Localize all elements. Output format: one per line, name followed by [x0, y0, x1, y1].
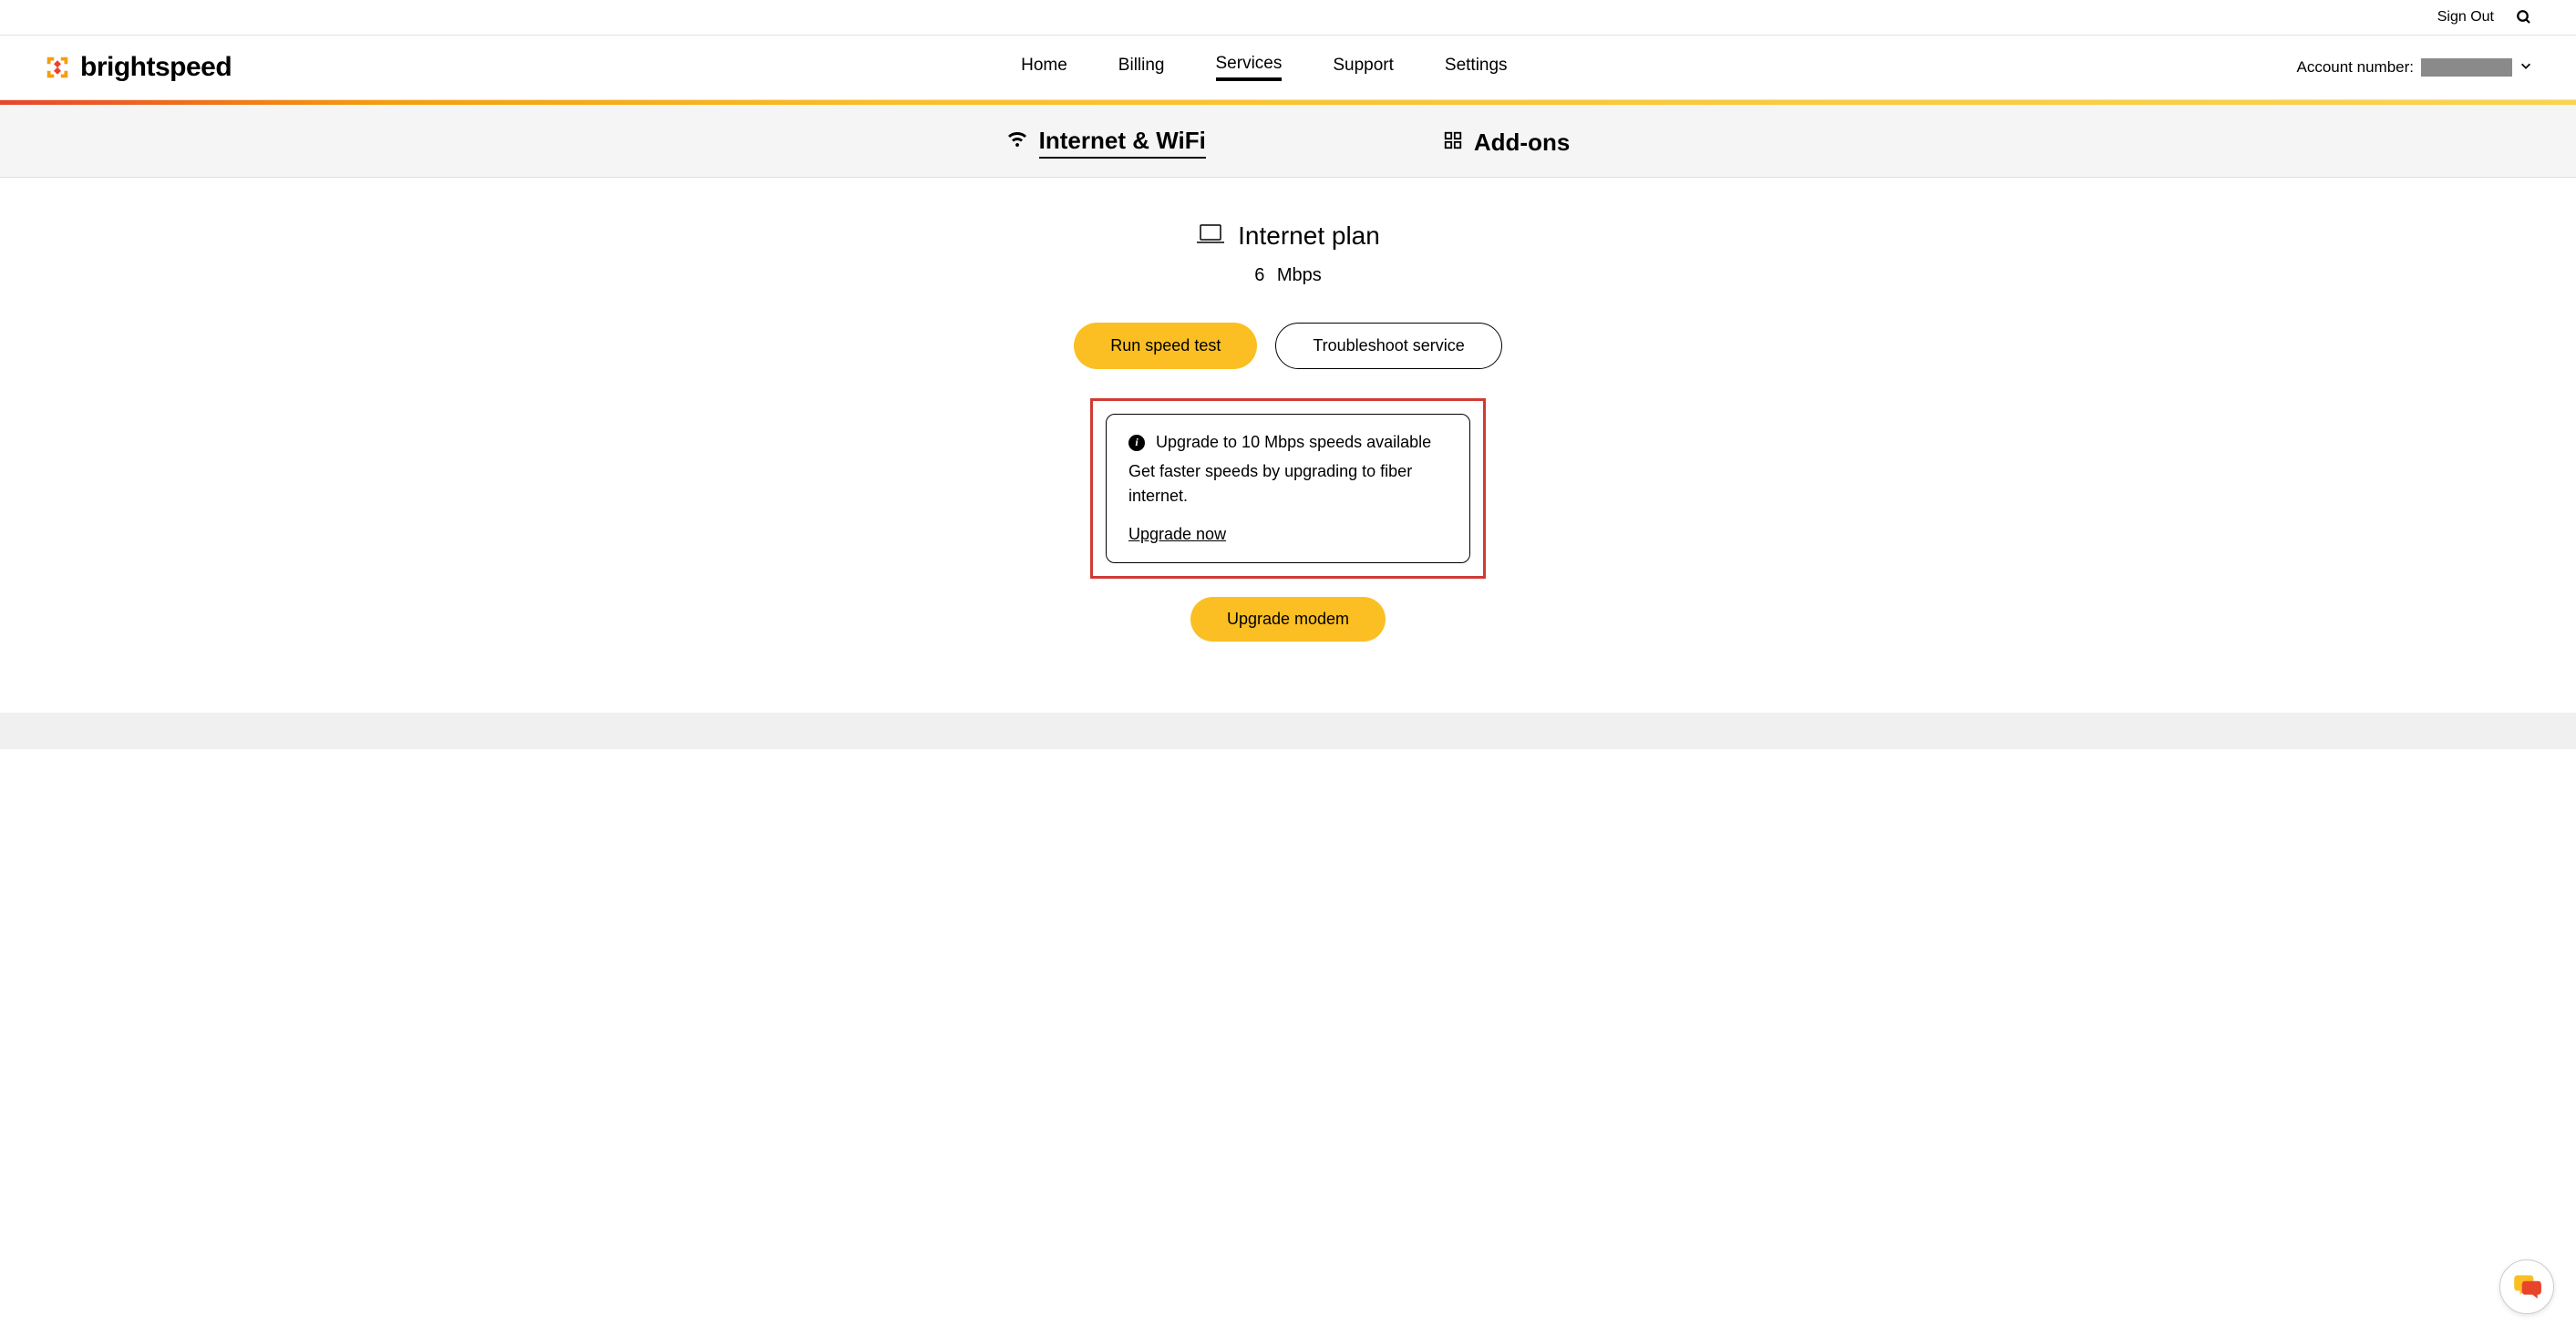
logo[interactable]: brightspeed — [44, 52, 232, 83]
sign-out-link[interactable]: Sign Out — [2437, 9, 2494, 26]
account-label: Account number: — [2296, 58, 2414, 77]
content-area: Internet plan 6 Mbps Run speed test Trou… — [0, 178, 2576, 685]
nav-home[interactable]: Home — [1021, 56, 1067, 79]
plan-title: Internet plan — [1238, 221, 1380, 251]
nav-services[interactable]: Services — [1216, 54, 1283, 81]
main-nav: Home Billing Services Support Settings — [1021, 54, 1507, 81]
speed-value: 6 — [1254, 265, 1264, 285]
services-tabs: Internet & WiFi Add-ons — [0, 105, 2576, 178]
nav-billing[interactable]: Billing — [1118, 56, 1165, 79]
plan-header: Internet plan — [0, 221, 2576, 251]
upgrade-modem-button[interactable]: Upgrade modem — [1190, 597, 1386, 642]
top-bar: Sign Out — [0, 0, 2576, 36]
info-icon: i — [1128, 435, 1145, 451]
account-number-redacted — [2421, 58, 2512, 77]
grid-icon — [1443, 128, 1463, 157]
tab-internet-wifi-label: Internet & WiFi — [1039, 127, 1206, 159]
upgrade-now-link[interactable]: Upgrade now — [1128, 525, 1226, 543]
footer-bar — [0, 713, 2576, 749]
troubleshoot-button[interactable]: Troubleshoot service — [1275, 323, 1501, 369]
nav-settings[interactable]: Settings — [1445, 56, 1508, 79]
account-dropdown[interactable]: Account number: — [2296, 58, 2532, 77]
brand-name: brightspeed — [80, 52, 232, 83]
wifi-icon — [1006, 128, 1028, 157]
chevron-down-icon — [2519, 58, 2532, 77]
search-icon[interactable] — [2516, 9, 2532, 26]
logo-icon — [44, 54, 71, 81]
tab-internet-wifi[interactable]: Internet & WiFi — [1006, 127, 1206, 159]
tab-addons[interactable]: Add-ons — [1443, 128, 1570, 157]
action-buttons: Run speed test Troubleshoot service — [0, 323, 2576, 369]
highlight-annotation: i Upgrade to 10 Mbps speeds available Ge… — [1090, 398, 1486, 579]
upgrade-title: Upgrade to 10 Mbps speeds available — [1156, 433, 1431, 452]
nav-support[interactable]: Support — [1333, 56, 1394, 79]
plan-speed: 6 Mbps — [0, 265, 2576, 286]
chat-icon — [2511, 1269, 2542, 1305]
upgrade-description: Get faster speeds by upgrading to fiber … — [1128, 459, 1448, 509]
speed-unit: Mbps — [1277, 265, 1322, 285]
tab-addons-label: Add-ons — [1474, 128, 1570, 157]
laptop-icon — [1196, 223, 1225, 250]
upgrade-card: i Upgrade to 10 Mbps speeds available Ge… — [1106, 414, 1470, 563]
main-header: brightspeed Home Billing Services Suppor… — [0, 36, 2576, 100]
speed-test-button[interactable]: Run speed test — [1074, 323, 1257, 369]
chat-button[interactable] — [2499, 1259, 2554, 1314]
